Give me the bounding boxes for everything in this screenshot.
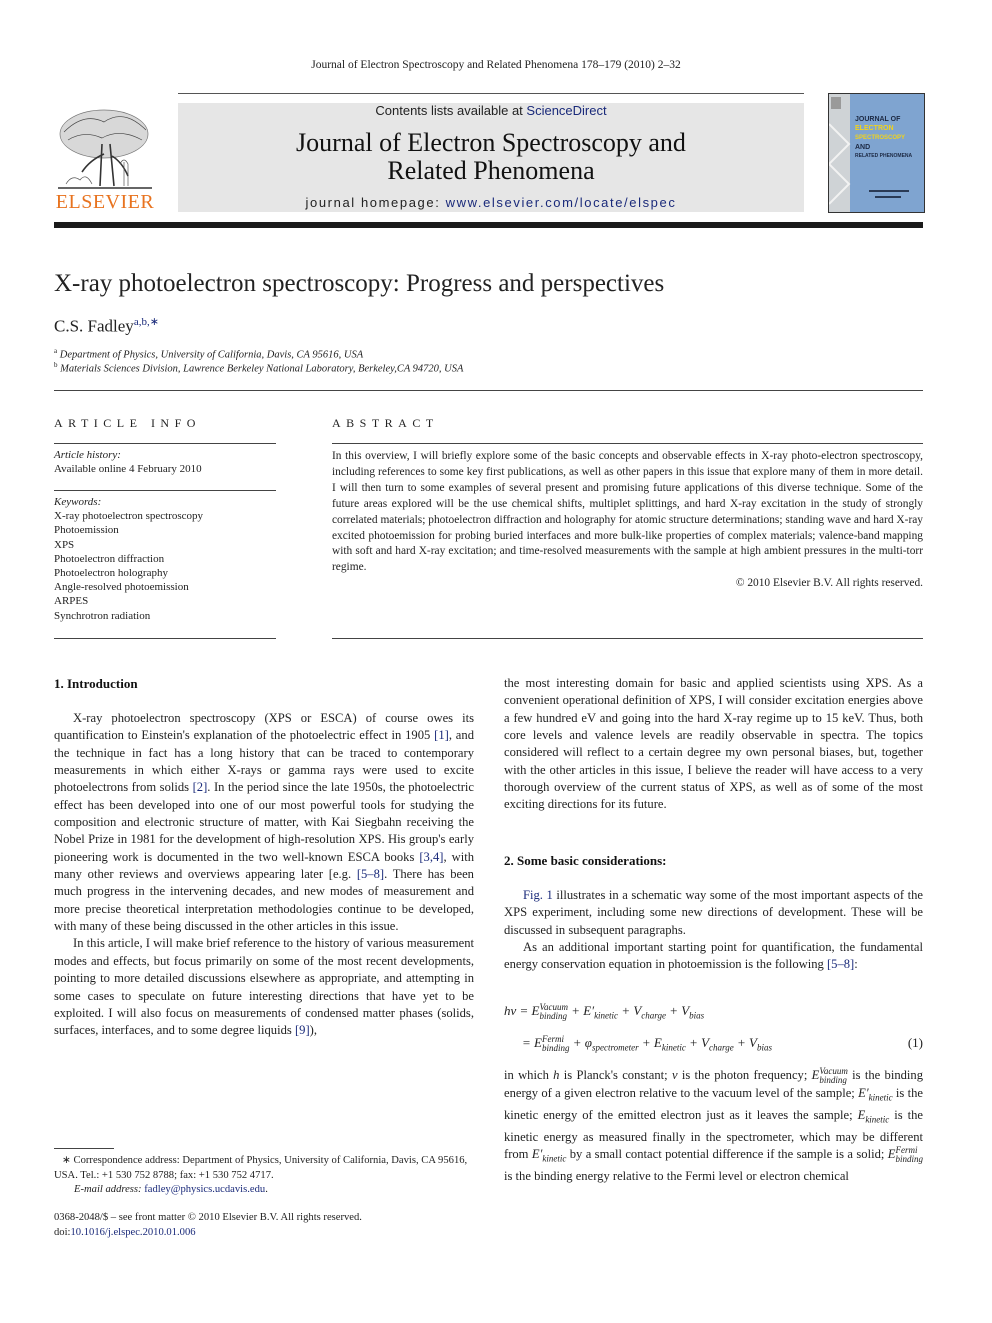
section-2-heading: 2. Some basic considerations: <box>504 853 667 868</box>
equation-1-line-2: = E Fermi binding + φspectrometer + Ekinet… <box>522 1034 923 1054</box>
citation-link[interactable]: [1] <box>434 728 449 742</box>
doi-line: doi:10.1016/j.elspec.2010.01.006 <box>54 1226 196 1238</box>
cover-footer-mark <box>875 196 901 198</box>
right-column-mid: Fig. 1 illustrates in a schematic way so… <box>504 887 923 974</box>
paragraph: in which h is Planck's constant; ν is th… <box>504 1066 924 1184</box>
front-matter: 0368-2048/$ – see front matter © 2010 El… <box>54 1211 494 1240</box>
right-column-bottom: in which h is Planck's constant; ν is th… <box>504 1067 923 1185</box>
citation-link[interactable]: [2] <box>193 780 208 794</box>
homepage-link[interactable]: www.elsevier.com/locate/elspec <box>446 195 677 210</box>
abstract-heading: ABSTRACT <box>332 416 439 430</box>
elsevier-logo[interactable]: ELSEVIER <box>54 104 156 214</box>
equation-number: (1) <box>907 1035 923 1050</box>
keyword-item: ARPES <box>54 595 89 608</box>
author-affiliation-marks[interactable]: a,b,∗ <box>134 316 159 328</box>
tree-icon <box>58 109 152 189</box>
author-line: C.S. Fadleya,b,∗ <box>54 315 159 337</box>
keyword-item: X-ray photoelectron spectroscopy <box>54 510 204 523</box>
article-title: X-ray photoelectron spectroscopy: Progre… <box>54 270 665 297</box>
doi-link[interactable]: 10.1016/j.elspec.2010.01.006 <box>70 1227 195 1238</box>
equation-1-line-1: hν = E Vacuum binding + E′kinetic + Vcharg… <box>504 1002 705 1022</box>
citation-link[interactable]: [9] <box>295 1023 310 1037</box>
contents-line: Contents lists available at ScienceDirec… <box>375 103 607 118</box>
left-column: X-ray photoelectron spectroscopy (XPS or… <box>54 710 474 1040</box>
email-link[interactable]: fadley@physics.ucdavis.edu <box>144 1184 265 1195</box>
keyword-item: Photoelectron holography <box>54 567 168 580</box>
keyword-item: Photoemission <box>54 524 119 537</box>
issn-line: 0368-2048/$ – see front matter © 2010 El… <box>54 1212 362 1223</box>
article-info-heading: ARTICLE INFO <box>54 416 201 430</box>
sciencedirect-link[interactable]: ScienceDirect <box>526 103 606 118</box>
citation-link[interactable]: [3,4] <box>419 850 443 864</box>
history-divider <box>54 490 276 491</box>
journal-title: Journal of Electron Spectroscopy and Rel… <box>296 128 686 185</box>
abstract-bottom-divider <box>332 638 923 639</box>
keyword-item: Synchrotron radiation <box>54 609 151 622</box>
section-1-heading: 1. Introduction <box>54 676 138 691</box>
title-divider <box>54 390 923 391</box>
affiliation-b: b Materials Sciences Division, Lawrence … <box>54 361 464 375</box>
article-info-divider <box>54 443 276 444</box>
keyword-item: Photoelectron diffraction <box>54 552 165 565</box>
keyword-item: Angle-resolved photoemission <box>54 581 189 594</box>
paragraph: the most interesting domain for basic an… <box>504 676 923 812</box>
footnotes: ∗ Correspondence address: Department of … <box>54 1154 474 1198</box>
cover-footer-mark <box>869 190 909 192</box>
running-head: Journal of Electron Spectroscopy and Rel… <box>311 59 681 71</box>
affiliation-a: a Department of Physics, University of C… <box>54 347 364 361</box>
abstract-copyright: © 2010 Elsevier B.V. All rights reserved… <box>735 577 923 590</box>
correspondence-footnote: ∗ Correspondence address: Department of … <box>54 1155 468 1181</box>
abstract-divider <box>332 443 923 444</box>
keyword-item: XPS <box>54 538 75 551</box>
footnote-rule <box>54 1148 114 1149</box>
keywords-divider <box>54 638 276 639</box>
journal-masthead: Contents lists available at ScienceDirec… <box>178 103 804 212</box>
keywords-list: Keywords: X-ray photoelectron spectrosco… <box>54 496 204 622</box>
paragraph: Fig. 1 illustrates in a schematic way so… <box>504 888 923 937</box>
journal-cover-thumbnail[interactable]: JOURNAL OF ELECTRON SPECTROSCOPY AND REL… <box>828 93 925 213</box>
paragraph: X-ray photoelectron spectroscopy (XPS or… <box>54 711 474 934</box>
figure-link[interactable]: Fig. 1 <box>523 888 553 902</box>
elsevier-wordmark: ELSEVIER <box>55 191 155 213</box>
header-divider <box>54 222 923 228</box>
citation-link[interactable]: [5–8] <box>827 957 854 971</box>
paragraph: In this article, I will make brief refer… <box>54 936 474 1038</box>
author-name: C.S. Fadley <box>54 316 134 336</box>
citation-link[interactable]: [5–8] <box>357 867 384 881</box>
article-history: Article history: Available online 4 Febr… <box>54 449 202 476</box>
abstract-body: In this overview, I will briefly explore… <box>332 449 923 592</box>
journal-homepage: journal homepage: www.elsevier.com/locat… <box>305 195 677 210</box>
right-column-top: the most interesting domain for basic an… <box>504 675 923 814</box>
paragraph: As an additional important starting poin… <box>504 940 923 972</box>
abstract-text: In this overview, I will briefly explore… <box>332 450 923 574</box>
email-footnote: E-mail address: fadley@physics.ucdavis.e… <box>74 1184 268 1195</box>
available-online-date: Available online 4 February 2010 <box>54 463 202 476</box>
masthead-top-rule <box>178 93 804 94</box>
